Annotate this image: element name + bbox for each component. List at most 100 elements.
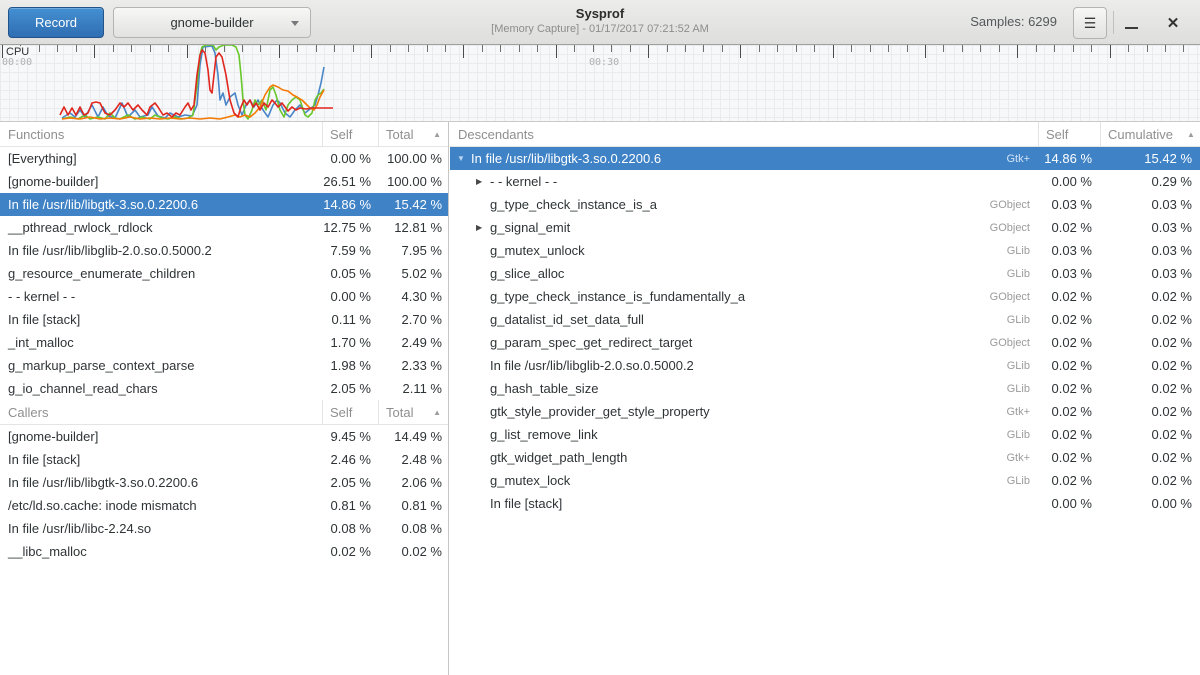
samples-count: Samples: 6299 <box>970 14 1057 29</box>
table-row[interactable]: __pthread_rwlock_rdlock12.75 %12.81 % <box>0 216 448 239</box>
table-row[interactable]: gtk_widget_path_lengthGtk+0.02 %0.02 % <box>450 446 1200 469</box>
self-column-header[interactable]: Self <box>322 122 378 146</box>
table-row[interactable]: g_type_check_instance_is_fundamentally_a… <box>450 285 1200 308</box>
cumulative-percent: 0.02 % <box>1100 312 1200 327</box>
self-column-header[interactable]: Self <box>1038 122 1100 146</box>
function-name: g_mutex_unlock <box>490 243 585 258</box>
table-row[interactable]: g_type_check_instance_is_aGObject0.03 %0… <box>450 193 1200 216</box>
table-row[interactable]: [gnome-builder]9.45 %14.49 % <box>0 425 448 448</box>
header-separator <box>1113 11 1114 34</box>
function-name: In file /usr/lib/libc-2.24.so <box>0 521 321 536</box>
table-row[interactable]: In file /usr/lib/libgtk-3.so.0.2200.614.… <box>0 193 448 216</box>
total-percent: 15.42 % <box>377 197 448 212</box>
table-row[interactable]: g_io_channel_read_chars2.05 %2.11 % <box>0 377 448 400</box>
table-row[interactable]: /etc/ld.so.cache: inode mismatch0.81 %0.… <box>0 494 448 517</box>
self-percent: 0.02 % <box>1038 220 1100 235</box>
total-percent: 2.33 % <box>377 358 448 373</box>
menu-button[interactable]: ☰ <box>1073 7 1107 39</box>
table-row[interactable]: [Everything]0.00 %100.00 % <box>0 147 448 170</box>
table-row[interactable]: gtk_style_provider_get_style_propertyGtk… <box>450 400 1200 423</box>
table-row[interactable]: [gnome-builder]26.51 %100.00 % <box>0 170 448 193</box>
table-row[interactable]: ▶- - kernel - -0.00 %0.29 % <box>450 170 1200 193</box>
library-tag: GLib <box>1007 314 1030 326</box>
cumulative-percent: 0.02 % <box>1100 381 1200 396</box>
total-percent: 12.81 % <box>377 220 448 235</box>
expander-closed-icon[interactable]: ▶ <box>476 177 490 186</box>
table-row[interactable]: g_resource_enumerate_children0.05 %5.02 … <box>0 262 448 285</box>
total-percent: 100.00 % <box>377 174 448 189</box>
record-button[interactable]: Record <box>8 7 104 38</box>
function-name: g_type_check_instance_is_a <box>490 197 657 212</box>
function-name: g_io_channel_read_chars <box>0 381 321 396</box>
self-percent: 2.46 % <box>321 452 377 467</box>
timeline-mid-label: 00:30 <box>589 57 619 68</box>
table-row[interactable]: In file /usr/lib/libc-2.24.so0.08 %0.08 … <box>0 517 448 540</box>
table-row[interactable]: g_slice_allocGLib0.03 %0.03 % <box>450 262 1200 285</box>
functions-table: Functions Self Total ▲ [Everything]0.00 … <box>0 122 448 400</box>
table-row[interactable]: g_param_spec_get_redirect_targetGObject0… <box>450 331 1200 354</box>
total-column-header[interactable]: Total ▲ <box>378 400 448 424</box>
total-percent: 4.30 % <box>377 289 448 304</box>
descendant-name-cell: g_type_check_instance_is_aGObject <box>450 197 1038 212</box>
descendant-name-cell: gtk_widget_path_lengthGtk+ <box>450 450 1038 465</box>
table-row[interactable]: g_mutex_lockGLib0.02 %0.02 % <box>450 469 1200 492</box>
expander-closed-icon[interactable]: ▶ <box>476 223 490 232</box>
table-row[interactable]: In file [stack]0.11 %2.70 % <box>0 308 448 331</box>
table-row[interactable]: In file [stack]0.00 %0.00 % <box>450 492 1200 515</box>
cpu-graph[interactable]: CPU 00:00 00:30 <box>0 45 1200 122</box>
total-percent: 14.49 % <box>377 429 448 444</box>
table-row[interactable]: g_list_remove_linkGLib0.02 %0.02 % <box>450 423 1200 446</box>
table-row[interactable]: _int_malloc1.70 %2.49 % <box>0 331 448 354</box>
hamburger-icon: ☰ <box>1084 15 1097 32</box>
cumulative-percent: 0.02 % <box>1100 450 1200 465</box>
self-percent: 0.02 % <box>1038 289 1100 304</box>
close-button[interactable]: ✕ <box>1158 7 1188 39</box>
table-row[interactable]: g_datalist_id_set_data_fullGLib0.02 %0.0… <box>450 308 1200 331</box>
cumulative-percent: 0.03 % <box>1100 243 1200 258</box>
target-process-dropdown[interactable]: gnome-builder <box>113 7 311 38</box>
callers-column-header[interactable]: Callers <box>0 400 322 424</box>
function-name: __libc_malloc <box>0 544 321 559</box>
table-row[interactable]: In file /usr/lib/libglib-2.0.so.0.5000.2… <box>450 354 1200 377</box>
descendants-column-header[interactable]: Descendants <box>450 122 1038 146</box>
functions-rows: [Everything]0.00 %100.00 %[gnome-builder… <box>0 147 448 400</box>
function-name: g_mutex_lock <box>490 473 570 488</box>
table-row[interactable]: In file /usr/lib/libgtk-3.so.0.2200.62.0… <box>0 471 448 494</box>
table-row[interactable]: In file [stack]2.46 %2.48 % <box>0 448 448 471</box>
self-percent: 0.08 % <box>321 521 377 536</box>
self-percent: 0.05 % <box>321 266 377 281</box>
function-name: __pthread_rwlock_rdlock <box>0 220 321 235</box>
total-percent: 0.02 % <box>377 544 448 559</box>
self-column-header[interactable]: Self <box>322 400 378 424</box>
descendant-name-cell: In file [stack] <box>450 496 1038 511</box>
self-percent: 0.03 % <box>1038 243 1100 258</box>
self-percent: 7.59 % <box>321 243 377 258</box>
library-tag: GLib <box>1007 383 1030 395</box>
function-name: In file /usr/lib/libgtk-3.so.0.2200.6 <box>0 197 321 212</box>
descendant-name-cell: g_list_remove_linkGLib <box>450 427 1038 442</box>
functions-column-header[interactable]: Functions <box>0 122 322 146</box>
expander-open-icon[interactable]: ▼ <box>457 154 471 163</box>
window-title-block: Sysprof [Memory Capture] - 01/17/2017 07… <box>300 6 900 36</box>
table-row[interactable]: __libc_malloc0.02 %0.02 % <box>0 540 448 563</box>
minimize-button[interactable] <box>1116 7 1146 39</box>
library-tag: GObject <box>990 337 1030 349</box>
table-row[interactable]: g_markup_parse_context_parse1.98 %2.33 % <box>0 354 448 377</box>
library-tag: GLib <box>1007 268 1030 280</box>
self-percent: 14.86 % <box>1038 151 1100 166</box>
total-percent: 100.00 % <box>377 151 448 166</box>
table-row[interactable]: In file /usr/lib/libglib-2.0.so.0.5000.2… <box>0 239 448 262</box>
total-column-header[interactable]: Total ▲ <box>378 122 448 146</box>
cumulative-column-header[interactable]: Cumulative ▲ <box>1100 122 1200 146</box>
callers-table-header: Callers Self Total ▲ <box>0 400 448 425</box>
descendant-name-cell: g_slice_allocGLib <box>450 266 1038 281</box>
descendants-table-header: Descendants Self Cumulative ▲ <box>450 122 1200 147</box>
table-row[interactable]: g_hash_table_sizeGLib0.02 %0.02 % <box>450 377 1200 400</box>
library-tag: Gtk+ <box>1006 153 1030 165</box>
table-row[interactable]: g_mutex_unlockGLib0.03 %0.03 % <box>450 239 1200 262</box>
table-row[interactable]: - - kernel - -0.00 %4.30 % <box>0 285 448 308</box>
table-row[interactable]: ▼In file /usr/lib/libgtk-3.so.0.2200.6Gt… <box>450 147 1200 170</box>
table-row[interactable]: ▶g_signal_emitGObject0.02 %0.03 % <box>450 216 1200 239</box>
self-percent: 0.02 % <box>1038 335 1100 350</box>
self-percent: 0.02 % <box>1038 450 1100 465</box>
